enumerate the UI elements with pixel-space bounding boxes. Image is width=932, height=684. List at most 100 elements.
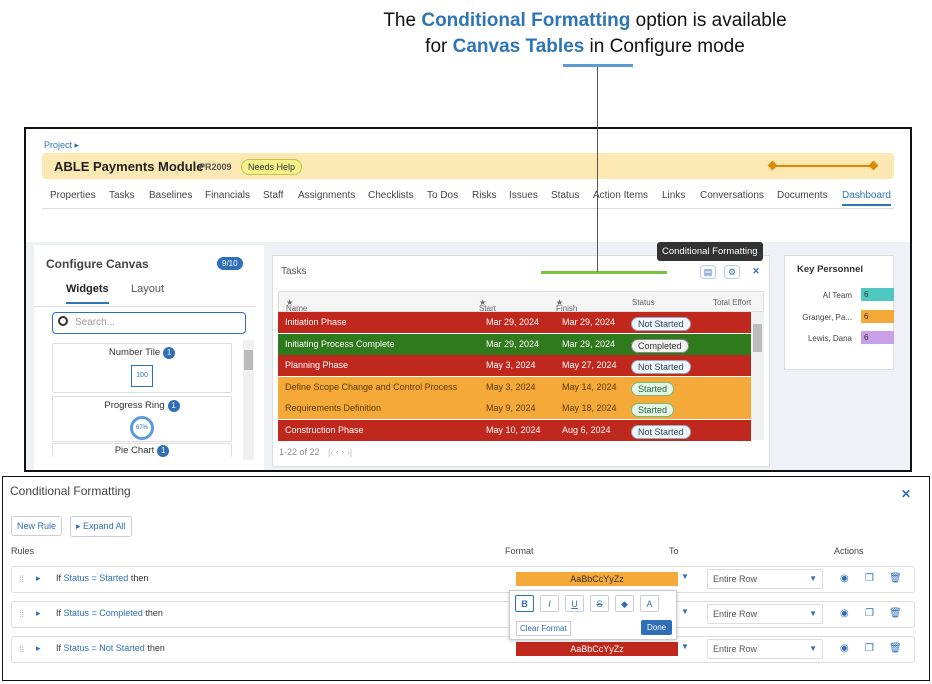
project-title: ABLE Payments Module	[54, 159, 204, 174]
rule-condition: If Status = Completed then	[56, 608, 163, 618]
scrollbar[interactable]	[243, 340, 254, 460]
tab-documents[interactable]: Documents	[777, 190, 828, 201]
scrollbar[interactable]	[751, 312, 764, 440]
close-icon[interactable]: ✕	[901, 487, 911, 501]
tab-financials[interactable]: Financials	[205, 190, 250, 201]
italic-button[interactable]: I	[540, 595, 559, 612]
underline-button[interactable]: U	[565, 595, 584, 612]
table-row[interactable]: Planning Phase May 3, 2024 May 27, 2024 Not…	[278, 355, 751, 376]
bold-button[interactable]: B	[515, 595, 534, 612]
widget-card-number-tile[interactable]: Number Tile 1 100	[52, 343, 232, 393]
chevron-right-icon[interactable]: ▸	[36, 608, 41, 619]
tab-risks[interactable]: Risks	[472, 190, 496, 201]
tab-issues[interactable]: Issues	[509, 190, 538, 201]
widget-card-progress-ring[interactable]: Progress Ring 1 67%	[52, 396, 232, 442]
tab-checklists[interactable]: Checklists	[368, 190, 414, 201]
tab-tasks[interactable]: Tasks	[109, 190, 135, 201]
drag-handle-icon[interactable]: ⁞⁞	[19, 609, 24, 619]
copy-icon[interactable]: ❐	[865, 573, 874, 584]
person-bar: 6	[861, 331, 894, 344]
person-name: Lewis, Dana	[807, 334, 852, 343]
task-name: Requirements Definition	[285, 403, 382, 413]
trash-icon[interactable]: 🗑	[889, 643, 902, 654]
tasks-title: Tasks	[281, 266, 307, 277]
tab-widgets[interactable]: Widgets	[66, 283, 109, 304]
task-start: Mar 29, 2024	[486, 338, 540, 349]
trash-icon[interactable]: 🗑	[889, 608, 902, 619]
chevron-down-icon[interactable]: ▼	[678, 572, 692, 586]
tab-properties[interactable]: Properties	[50, 190, 96, 201]
callout-line	[597, 67, 598, 272]
task-finish: Aug 6, 2024	[562, 424, 611, 435]
settings-gear-icon[interactable]: ⚙	[724, 265, 740, 279]
table-row[interactable]: Define Scope Change and Control Process M…	[278, 376, 751, 398]
tab-to-dos[interactable]: To Dos	[427, 190, 458, 201]
pager: 1-22 of 22 |‹ ‹ › ›|	[279, 447, 353, 457]
trash-icon[interactable]: 🗑	[889, 573, 902, 584]
divider	[42, 208, 894, 209]
tab-assignments[interactable]: Assignments	[298, 190, 355, 201]
tab-staff[interactable]: Staff	[263, 190, 283, 201]
task-name: Initiating Process Complete	[285, 338, 395, 349]
drag-handle-icon[interactable]: ⁞⁞	[19, 574, 24, 584]
column-header[interactable]: Start ★	[479, 298, 496, 313]
eye-icon[interactable]: ◉	[840, 608, 849, 619]
column-header[interactable]: Total Effort	[713, 298, 751, 307]
person-bar: 6	[861, 309, 894, 323]
eye-icon[interactable]: ◉	[840, 643, 849, 654]
divider	[34, 306, 256, 307]
eye-icon[interactable]: ◉	[840, 573, 849, 584]
tab-links[interactable]: Links	[662, 190, 685, 201]
table-row[interactable]: Requirements Definition May 9, 2024 May 18…	[278, 398, 751, 419]
chevron-down-icon[interactable]: ▼	[678, 642, 692, 656]
tab-dashboard[interactable]: Dashboard	[842, 190, 891, 206]
task-name: Define Scope Change and Control Process	[285, 381, 458, 392]
format-sample[interactable]: AaBbCcYyZz	[516, 572, 678, 586]
apply-to-select[interactable]: Entire Row ▼	[707, 639, 823, 659]
breadcrumb[interactable]: Project ▸	[44, 140, 79, 151]
apply-to-select[interactable]: Entire Row ▼	[707, 604, 823, 624]
new-rule-button[interactable]: New Rule	[11, 516, 63, 536]
person-name: Granger, Pa...	[802, 312, 852, 322]
column-header: Actions	[834, 546, 864, 556]
clear-format-button[interactable]: Clear Format	[516, 621, 571, 636]
expand-all-button[interactable]: ▸ Expand All	[70, 516, 132, 537]
configure-title: Configure Canvas	[46, 257, 149, 271]
tab-layout[interactable]: Layout	[131, 283, 164, 295]
fill-color-button[interactable]: ◆	[615, 595, 634, 612]
milestone-line	[772, 165, 876, 167]
table-row[interactable]: Initiating Process Complete Mar 29, 2024 M…	[278, 333, 751, 355]
copy-icon[interactable]: ❐	[865, 643, 874, 654]
column-header[interactable]: Name ★	[286, 298, 307, 313]
status-badge: Not Started	[631, 317, 691, 331]
widget-card-pie-chart[interactable]: Pie Chart 1	[52, 443, 232, 457]
chevron-down-icon[interactable]: ▼	[678, 607, 692, 621]
tab-baselines[interactable]: Baselines	[149, 190, 192, 201]
tab-conversations[interactable]: Conversations	[700, 190, 764, 201]
callout-bar	[563, 64, 633, 67]
progress-ring-icon: 67%	[130, 416, 154, 440]
apply-to-select[interactable]: Entire Row ▼	[707, 569, 823, 589]
table-header: Name ★ Start ★ Finish ★ Status Total Eff…	[278, 291, 764, 313]
copy-icon[interactable]: ❐	[865, 608, 874, 619]
strikethrough-button[interactable]: S	[590, 595, 609, 612]
tab-action-items[interactable]: Action Items	[593, 190, 648, 201]
task-finish: Mar 29, 2024	[562, 338, 616, 349]
column-header[interactable]: Status	[632, 298, 655, 307]
tooltip: Conditional Formatting	[657, 242, 763, 261]
drag-handle-icon[interactable]: ⁞⁞	[19, 644, 24, 654]
chevron-right-icon[interactable]: ▸	[36, 573, 41, 584]
font-color-button[interactable]: A	[640, 595, 659, 612]
widget-search-input[interactable]: Search...	[52, 312, 246, 334]
done-button[interactable]: Done	[641, 620, 673, 635]
tab-status[interactable]: Status	[551, 190, 579, 201]
table-row[interactable]: Initiation Phase Mar 29, 2024 Mar 29, 2024…	[278, 312, 751, 333]
chevron-right-icon[interactable]: ▸	[36, 643, 41, 654]
conditional-formatting-button[interactable]: ▤	[700, 265, 716, 279]
task-finish: Mar 29, 2024	[562, 317, 616, 327]
column-header[interactable]: Finish ★	[556, 298, 577, 313]
close-icon[interactable]: ✕	[748, 265, 764, 279]
table-row[interactable]: Construction Phase May 10, 2024 Aug 6, 202…	[278, 419, 751, 441]
chevron-right-icon: ▸	[76, 521, 81, 531]
format-sample[interactable]: AaBbCcYyZz	[516, 642, 678, 656]
